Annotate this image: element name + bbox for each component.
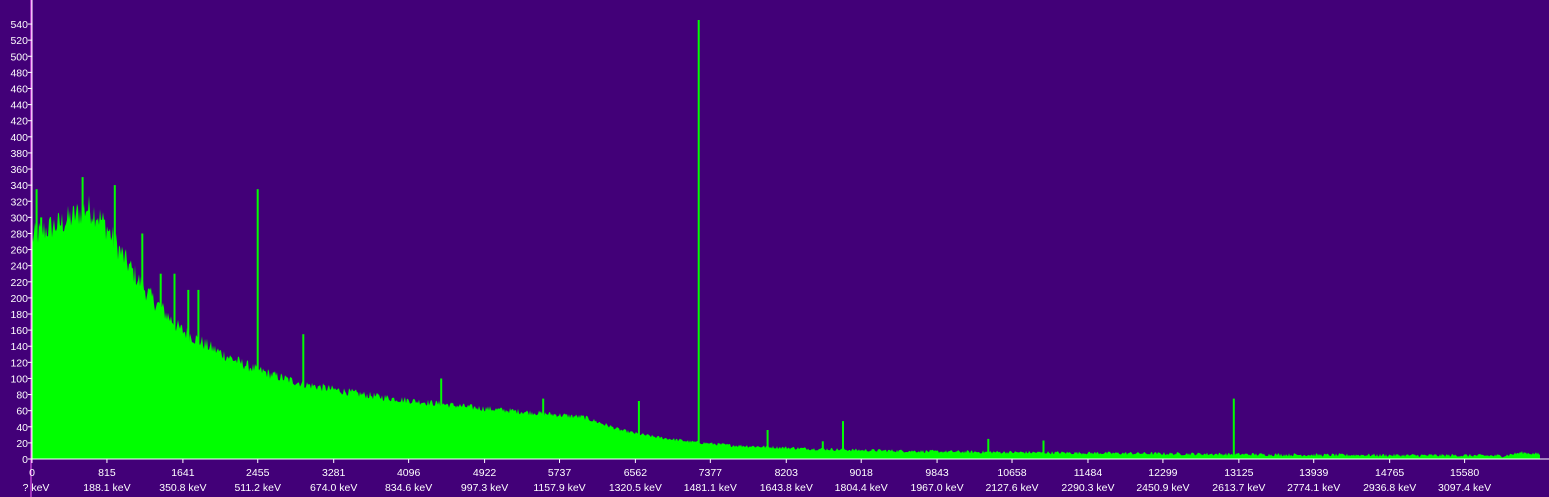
y-tick-label: 220 (10, 277, 28, 289)
y-tick-label: 160 (10, 325, 28, 337)
spectrum-peak (173, 273, 176, 459)
spectrum-peak (1232, 398, 1235, 459)
x-tick-energy-label: 1157.9 keV (533, 482, 585, 494)
x-tick-channel-label: 14765 (1375, 467, 1404, 479)
spectrum-peak (821, 441, 824, 459)
y-tick-label: 20 (16, 438, 28, 450)
spectrum-peak (987, 438, 990, 459)
y-tick-label: 140 (10, 341, 28, 353)
spectrum-peak (637, 401, 640, 459)
x-tick-energy-label: ? keV (23, 482, 50, 494)
x-tick-energy-label: 3097.4 keV (1438, 482, 1491, 494)
x-tick-energy-label: 2774.1 keV (1287, 482, 1340, 494)
x-tick-energy-label: 2936.8 keV (1363, 482, 1416, 494)
y-tick-label: 340 (10, 180, 28, 192)
y-tick-label: 320 (10, 196, 28, 208)
x-tick-channel-label: 10658 (997, 467, 1026, 479)
y-tick-label: 240 (10, 261, 28, 273)
x-tick-energy-label: 1643.8 keV (760, 482, 813, 494)
spectrum-peak (842, 421, 844, 459)
y-tick-label: 120 (10, 357, 28, 369)
x-tick-channel-label: 3281 (322, 467, 346, 479)
x-tick-energy-label: 2127.6 keV (985, 482, 1038, 494)
spectrum-peak (35, 189, 38, 459)
x-tick-energy-label: 1804.4 keV (835, 482, 888, 494)
y-tick-label: 520 (10, 35, 28, 47)
y-tick-label: 260 (10, 245, 28, 257)
x-tick-energy-label: 2613.7 keV (1212, 482, 1265, 494)
y-tick-label: 100 (10, 373, 28, 385)
spectrum-peak (187, 289, 190, 459)
y-tick-label: 360 (10, 164, 28, 176)
spectrum-peak (141, 233, 144, 459)
spectrum-peak (197, 289, 200, 459)
y-tick-label: 440 (10, 100, 28, 112)
y-tick-label: 420 (10, 116, 28, 128)
x-tick-channel-label: 13125 (1224, 467, 1253, 479)
spectrum-peak (440, 378, 443, 459)
x-tick-energy-label: 674.0 keV (310, 482, 357, 494)
x-tick-channel-label: 12299 (1148, 467, 1177, 479)
x-tick-channel-label: 1641 (171, 467, 195, 479)
spectrum-chart: 0 20 40 60 80 100 120 140 160 180 200 220 240 260 280 3… (0, 0, 1549, 497)
y-tick-label: 80 (16, 390, 28, 402)
x-tick-channel-label: 4096 (397, 467, 421, 479)
x-tick-energy-label: 1320.5 keV (609, 482, 662, 494)
x-tick-energy-label: 834.6 keV (385, 482, 432, 494)
y-tick-label: 280 (10, 228, 28, 240)
y-tick-label: 400 (10, 132, 28, 144)
y-tick-label: 200 (10, 293, 28, 305)
spectrum-peak (1042, 440, 1045, 459)
x-tick-energy-label: 1481.1 keV (684, 482, 737, 494)
spectrum-peak (159, 273, 162, 459)
x-tick-channel-label: 8203 (775, 467, 799, 479)
x-tick-channel-label: 2455 (246, 467, 270, 479)
x-tick-channel-label: 5737 (548, 467, 572, 479)
spectrum-peak (81, 177, 84, 459)
spectrum-peak (113, 185, 116, 459)
y-tick-label: 460 (10, 83, 28, 95)
x-tick-energy-label: 2450.9 keV (1136, 482, 1189, 494)
x-tick-channel-label: 7377 (699, 467, 723, 479)
x-tick-energy-label: 511.2 keV (234, 482, 281, 494)
y-tick-label: 480 (10, 67, 28, 79)
x-tick-channel-label: 9843 (925, 467, 949, 479)
x-tick-energy-label: 997.3 keV (461, 482, 508, 494)
spectrum-peak (697, 20, 700, 459)
spectrum-peak (766, 430, 769, 459)
y-tick-label: 380 (10, 148, 28, 160)
spectrum-peak (256, 189, 259, 459)
y-tick-label: 180 (10, 309, 28, 321)
x-tick-energy-label: 350.8 keV (159, 482, 206, 494)
x-tick-channel-label: 6562 (624, 467, 648, 479)
y-tick-label: 500 (10, 51, 28, 63)
x-tick-channel-label: 13939 (1299, 467, 1328, 479)
spectrum-peak (302, 334, 305, 459)
y-tick-label: 0 (22, 454, 28, 466)
spectrum-peak (542, 398, 545, 459)
y-tick-label: 60 (16, 406, 28, 418)
x-tick-channel-label: 4922 (473, 467, 497, 479)
x-tick-energy-label: 1967.0 keV (911, 482, 964, 494)
x-tick-channel-label: 15580 (1450, 467, 1479, 479)
x-tick-energy-label: 2290.3 keV (1061, 482, 1114, 494)
y-tick-label: 300 (10, 212, 28, 224)
x-tick-channel-label: 9018 (850, 467, 874, 479)
y-tick-label: 540 (10, 19, 28, 31)
x-tick-energy-label: 188.1 keV (83, 482, 130, 494)
x-tick-channel-label: 11484 (1074, 467, 1103, 479)
y-tick-label: 40 (16, 422, 28, 434)
x-tick-channel-label: 0 (29, 467, 35, 479)
x-tick-channel-label: 815 (98, 467, 116, 479)
spectrum-peak (40, 217, 43, 459)
